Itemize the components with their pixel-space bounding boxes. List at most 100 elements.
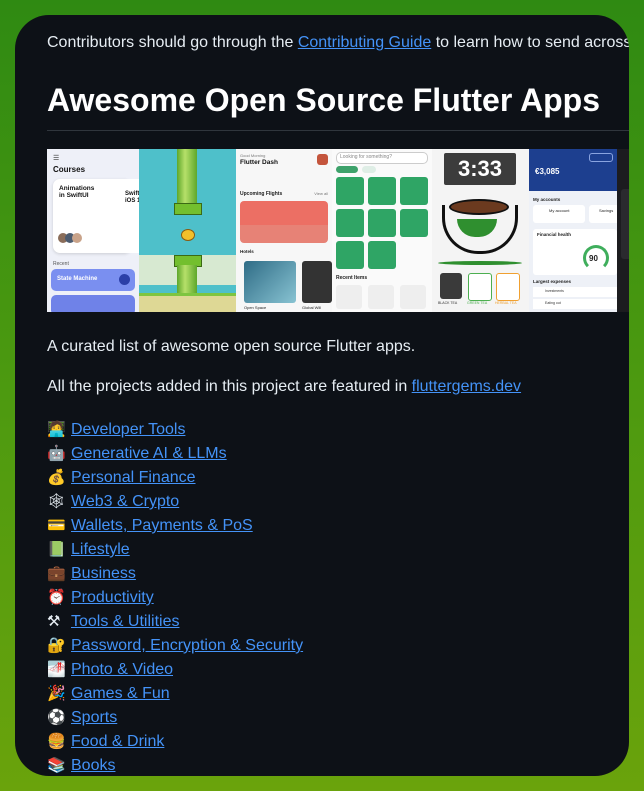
fluttergems-note: All the projects added in this project a… xyxy=(47,378,521,396)
contributing-note-prefix: Contributors should go through the xyxy=(47,34,298,51)
category-link-generative-ai[interactable]: Generative AI & LLMs xyxy=(71,445,227,462)
recent-heading: Recent xyxy=(53,261,69,267)
menu-icon: ☰ xyxy=(53,155,60,162)
expense-row-2: Eating out xyxy=(533,299,617,309)
financial-health-label: Financial health xyxy=(537,232,572,237)
top-pipe xyxy=(177,149,197,207)
grocery-cat-7[interactable] xyxy=(336,241,364,269)
app-screenshots-banner: ☰ Courses Animations in SwiftUI SwiftUI … xyxy=(47,149,629,312)
grocery-cat-4[interactable] xyxy=(336,209,364,237)
list-item: ⚽ Sports xyxy=(47,706,303,730)
avatars xyxy=(58,233,88,244)
finance-app-screenshot: €3,085 My accounts My account Savings Fi… xyxy=(529,149,617,312)
category-link-food-drink[interactable]: Food & Drink xyxy=(71,733,164,750)
list-item: 🎉 Games & Fun xyxy=(47,682,303,706)
category-link-sports[interactable]: Sports xyxy=(71,709,117,726)
category-link-business[interactable]: Business xyxy=(71,565,136,582)
title-divider xyxy=(47,130,629,131)
lock-key-icon: 🔐 xyxy=(47,637,66,654)
fluttergems-note-prefix: All the projects added in this project a… xyxy=(47,378,412,395)
page-title: Awesome Open Source Flutter Apps xyxy=(47,82,600,118)
books-icon: 📚 xyxy=(47,757,66,774)
ground xyxy=(139,293,236,312)
grocery-search[interactable]: Looking for something? xyxy=(336,152,428,164)
finance-header: €3,085 xyxy=(529,149,617,191)
credit-card-icon: 💳 xyxy=(47,517,66,534)
hamburger-icon: 🍔 xyxy=(47,733,66,750)
timer-display: 3:33 xyxy=(444,153,516,185)
accounts-heading: My accounts xyxy=(533,197,561,202)
category-link-tools-utilities[interactable]: Tools & Utilities xyxy=(71,613,179,630)
grocery-recent-1 xyxy=(336,285,362,309)
list-item: 💰 Personal Finance xyxy=(47,466,303,490)
party-popper-icon: 🎉 xyxy=(47,685,66,702)
grocery-recent-3 xyxy=(400,285,426,309)
category-link-web3-crypto[interactable]: Web3 & Crypto xyxy=(71,493,179,510)
spider-web-icon: 🕸 xyxy=(47,493,67,510)
grocery-filter-chip-2[interactable] xyxy=(362,166,376,173)
green-tea-button[interactable] xyxy=(468,273,492,301)
hotel-name-1: Open Space xyxy=(244,305,267,310)
technologist-icon: 🧑‍💻 xyxy=(47,421,66,438)
description: A curated list of awesome open source Fl… xyxy=(47,338,416,355)
upcoming-flights-heading: Upcoming Flights xyxy=(240,191,283,197)
category-link-lifestyle[interactable]: Lifestyle xyxy=(71,541,130,558)
black-tea-button[interactable] xyxy=(440,273,462,299)
category-link-books[interactable]: Books xyxy=(71,757,115,774)
flights-view-all: View all xyxy=(314,191,328,196)
fluttergems-link[interactable]: fluttergems.dev xyxy=(412,378,521,395)
herbal-tea-button[interactable] xyxy=(496,273,520,301)
course-card-2: SwiftUI for iOS 1 xyxy=(117,179,139,253)
herbal-tea-label: HERBAL TEA xyxy=(495,301,517,305)
tea-timer-screenshot: 3:33 BLACK TEA GREEN TEA HERBAL TEA xyxy=(432,149,529,312)
bird-sprite xyxy=(181,229,195,241)
period-select[interactable] xyxy=(589,153,613,162)
list-item: 🤖 Generative AI & LLMs xyxy=(47,442,303,466)
black-tea-label: BLACK TEA xyxy=(438,301,458,305)
category-link-developer-tools[interactable]: Developer Tools xyxy=(71,421,185,438)
recent-item-label: State Machine xyxy=(57,276,98,282)
category-link-wallets-payments[interactable]: Wallets, Payments & PoS xyxy=(71,517,253,534)
hotel-image-1 xyxy=(244,261,296,303)
category-link-games-fun[interactable]: Games & Fun xyxy=(71,685,170,702)
dark-app-screenshot xyxy=(617,149,629,312)
recent-item-2 xyxy=(51,295,135,312)
list-item: 🕸 Web3 & Crypto xyxy=(47,490,303,514)
recent-item: State Machine xyxy=(51,269,135,291)
grocery-recent-heading: Recent Items xyxy=(336,275,368,281)
flight-card-footer xyxy=(240,225,328,243)
grocery-cat-5[interactable] xyxy=(368,209,396,237)
expense-row-2-label: Eating out xyxy=(545,301,561,305)
savings-card[interactable]: Savings xyxy=(589,205,617,223)
hotel-image-2 xyxy=(302,261,332,303)
expenses-heading: Largest expenses xyxy=(533,279,572,284)
list-item: ⚒ Tools & Utilities xyxy=(47,610,303,634)
expense-row-1-label: Investments xyxy=(545,289,564,293)
course-card-2-title: SwiftUI for iOS 1 xyxy=(125,191,139,204)
grocery-cat-6[interactable] xyxy=(400,209,428,237)
robot-icon: 🤖 xyxy=(47,445,66,462)
greeting: Good Morning xyxy=(240,153,266,158)
grocery-filter-chip[interactable] xyxy=(336,166,358,173)
grocery-cat-3[interactable] xyxy=(400,177,428,205)
category-link-password-security[interactable]: Password, Encryption & Security xyxy=(71,637,303,654)
category-link-productivity[interactable]: Productivity xyxy=(71,589,154,606)
foggy-bridge-icon: 🌁 xyxy=(47,661,66,678)
account-card[interactable]: My account xyxy=(533,205,585,223)
list-item: 🔐 Password, Encryption & Security xyxy=(47,634,303,658)
grocery-cat-2[interactable] xyxy=(368,177,396,205)
contributing-guide-link[interactable]: Contributing Guide xyxy=(298,34,431,51)
grocery-cat-1[interactable] xyxy=(336,177,364,205)
alarm-clock-icon: ⏰ xyxy=(47,589,66,606)
category-link-personal-finance[interactable]: Personal Finance xyxy=(71,469,196,486)
grocery-recent-2 xyxy=(368,285,394,309)
briefcase-icon: 💼 xyxy=(47,565,66,582)
category-link-photo-video[interactable]: Photo & Video xyxy=(71,661,173,678)
hotel-name-2: Global Will xyxy=(302,305,322,310)
grocery-cat-8[interactable] xyxy=(368,241,396,269)
hammer-pick-icon: ⚒ xyxy=(47,613,61,630)
list-item: 📗 Lifestyle xyxy=(47,538,303,562)
list-item: 💼 Business xyxy=(47,562,303,586)
hotels-heading: Hotels xyxy=(240,249,254,254)
grocery-category-grid xyxy=(336,177,428,269)
